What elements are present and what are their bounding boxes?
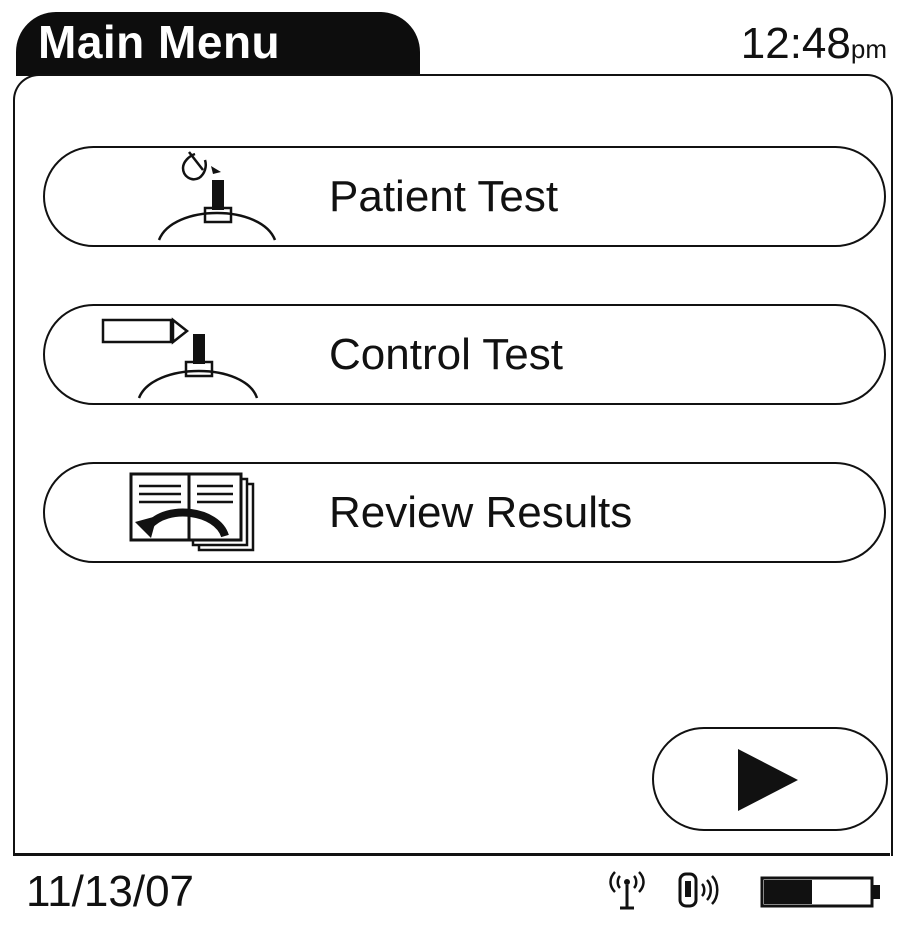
control-test-label: Control Test [329,329,563,379]
date: 11/13/07 [26,867,195,916]
play-arrow-icon [738,749,798,811]
battery-icon [760,876,880,908]
battery-level-fill [764,880,812,904]
patient-test-label: Patient Test [329,171,559,221]
clock-time: 12:48 [740,19,851,68]
page-title: Main Menu [38,16,281,68]
patient-test-icon [157,151,277,241]
patient-test-button[interactable]: Patient Test [43,146,886,247]
review-results-button[interactable]: Review Results [43,462,886,563]
review-results-label: Review Results [329,487,633,537]
device-signal-icon [678,872,719,908]
control-test-icon [101,317,259,399]
control-test-button[interactable]: Control Test [43,304,886,405]
clock: 12:48pm [741,18,887,75]
wireless-antenna-icon [609,871,645,910]
footer-divider [13,853,890,856]
clock-ampm: pm [850,34,887,64]
next-button[interactable] [652,727,888,831]
review-results-icon [129,472,255,552]
